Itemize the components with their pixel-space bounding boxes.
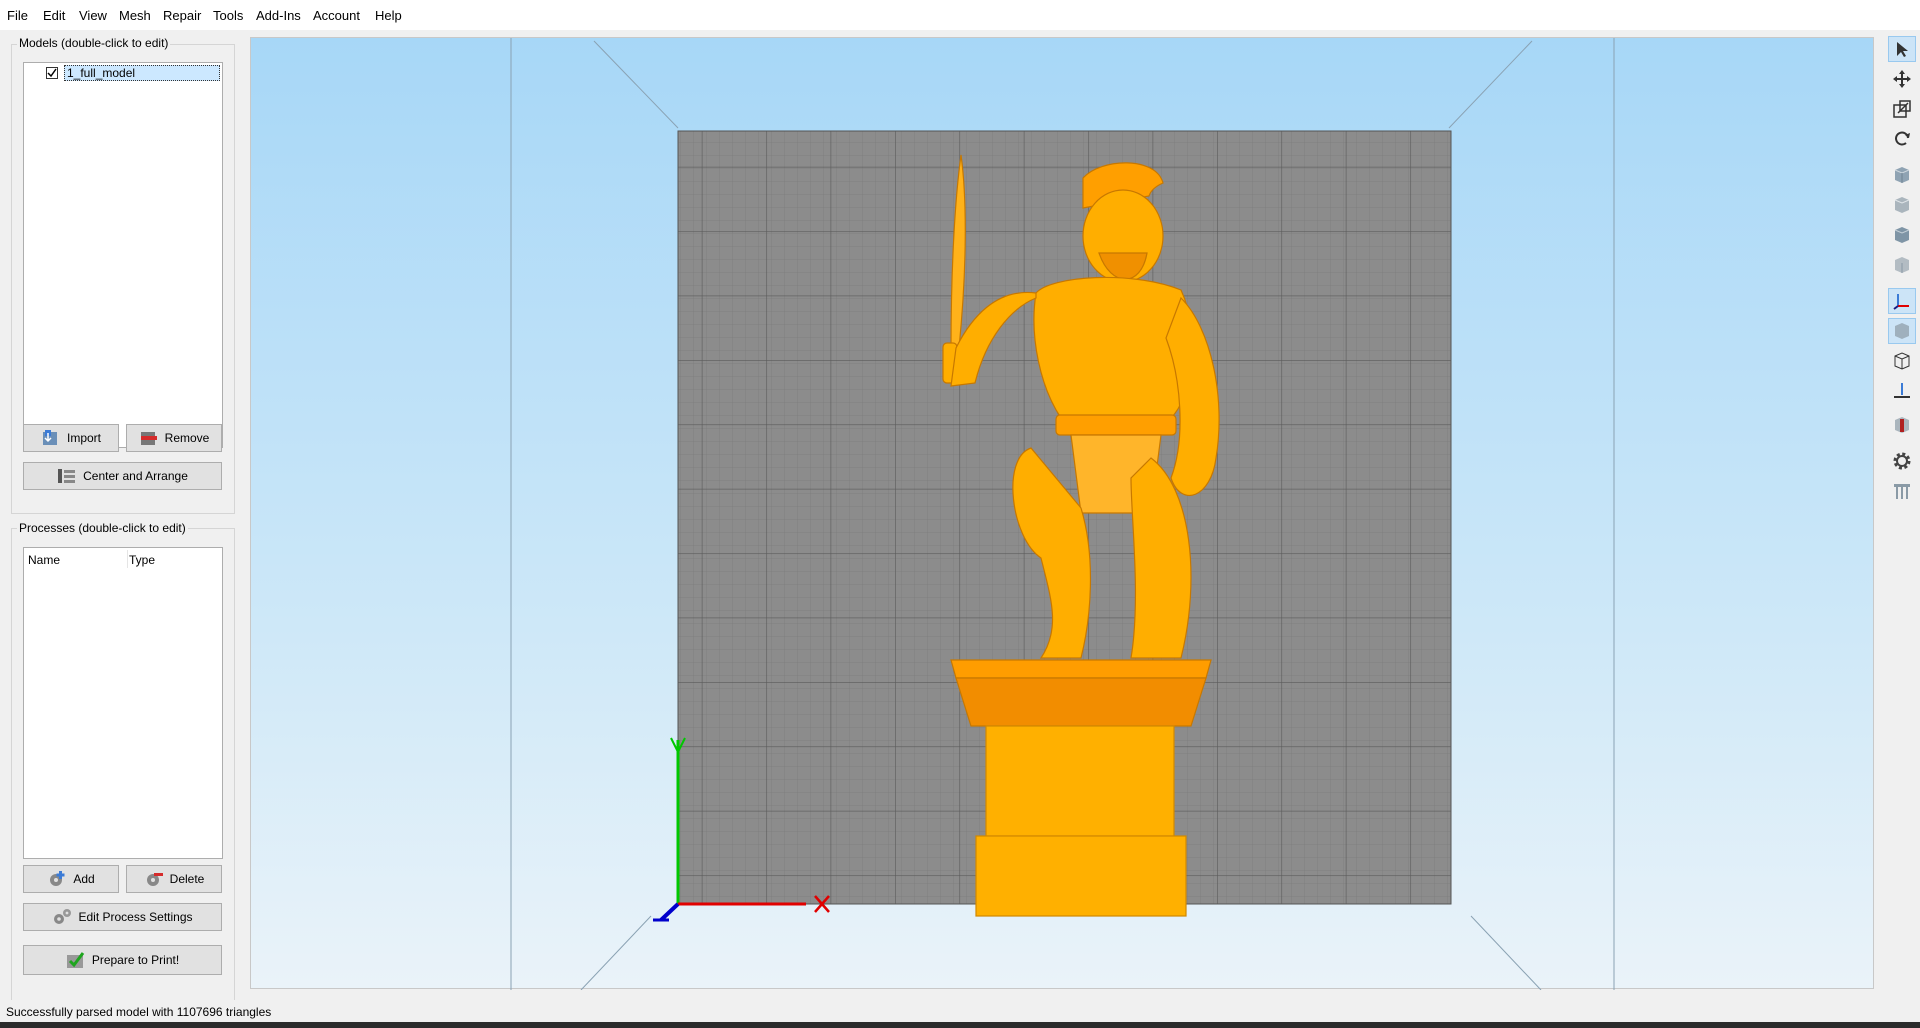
cross-section-icon[interactable] <box>1888 412 1916 438</box>
top-view-icon[interactable] <box>1888 222 1916 248</box>
processes-list[interactable]: Name Type <box>23 547 223 859</box>
menu-help[interactable]: Help <box>375 8 402 23</box>
status-bar: Successfully parsed model with 1107696 t… <box>0 1000 1920 1022</box>
arrange-icon <box>57 467 77 485</box>
delete-process-button[interactable]: Delete <box>126 865 222 893</box>
iso-view-icon[interactable] <box>1888 162 1916 188</box>
center-arrange-label: Center and Arrange <box>83 469 188 483</box>
model-checkbox[interactable] <box>46 67 58 79</box>
delete-gear-icon <box>144 870 164 888</box>
menu-file[interactable]: File <box>7 8 28 23</box>
axes-icon[interactable] <box>1888 288 1916 314</box>
menu-repair[interactable]: Repair <box>163 8 201 23</box>
right-toolbar <box>1884 30 1920 988</box>
settings-gear-icon[interactable] <box>1888 448 1916 474</box>
move-icon[interactable] <box>1888 66 1916 92</box>
menu-bar: File Edit View Mesh Repair Tools Add-Ins… <box>0 0 1920 30</box>
add-gear-icon <box>47 870 67 888</box>
models-group-title: Models (double-click to edit) <box>17 36 171 50</box>
scene <box>510 38 1615 991</box>
prepare-to-print-button[interactable]: Prepare to Print! <box>23 945 222 975</box>
side-view-icon[interactable] <box>1888 252 1916 278</box>
taskbar-strip <box>0 1022 1920 1028</box>
center-arrange-button[interactable]: Center and Arrange <box>23 462 222 490</box>
build-plate-icon[interactable] <box>1888 378 1916 404</box>
gears-icon <box>52 908 72 926</box>
import-button[interactable]: Import <box>23 424 119 452</box>
select-cursor-icon[interactable] <box>1888 36 1916 62</box>
3d-viewport[interactable] <box>250 37 1874 991</box>
remove-button[interactable]: Remove <box>126 424 222 452</box>
menu-view[interactable]: View <box>79 8 107 23</box>
col-name[interactable]: Name <box>28 553 60 567</box>
menu-add-ins[interactable]: Add-Ins <box>256 8 301 23</box>
menu-account[interactable]: Account <box>313 8 360 23</box>
left-panel: Models (double-click to edit) 1_full_mod… <box>0 30 246 1016</box>
solid-view-icon[interactable] <box>1888 318 1916 344</box>
models-list[interactable]: 1_full_model <box>23 62 223 448</box>
delete-label: Delete <box>169 872 205 886</box>
edit-process-label: Edit Process Settings <box>78 910 193 924</box>
model-item[interactable]: 1_full_model <box>64 65 220 81</box>
remove-label: Remove <box>164 431 210 445</box>
check-icon <box>66 951 86 969</box>
col-type[interactable]: Type <box>129 553 155 567</box>
supports-icon[interactable] <box>1888 478 1916 504</box>
edit-process-settings-button[interactable]: Edit Process Settings <box>23 903 222 931</box>
rotate-icon[interactable] <box>1888 126 1916 152</box>
menu-tools[interactable]: Tools <box>213 8 243 23</box>
front-view-icon[interactable] <box>1888 192 1916 218</box>
scale-icon[interactable] <box>1888 96 1916 122</box>
prepare-label: Prepare to Print! <box>91 953 180 967</box>
column-divider <box>127 550 128 568</box>
add-label: Add <box>73 872 95 886</box>
wireframe-view-icon[interactable] <box>1888 348 1916 374</box>
status-text: Successfully parsed model with 1107696 t… <box>6 1005 272 1019</box>
processes-group-title: Processes (double-click to edit) <box>17 521 188 535</box>
menu-mesh[interactable]: Mesh <box>119 8 151 23</box>
import-icon <box>41 429 61 447</box>
add-process-button[interactable]: Add <box>23 865 119 893</box>
import-label: Import <box>66 431 101 445</box>
menu-edit[interactable]: Edit <box>43 8 65 23</box>
remove-icon <box>139 429 159 447</box>
